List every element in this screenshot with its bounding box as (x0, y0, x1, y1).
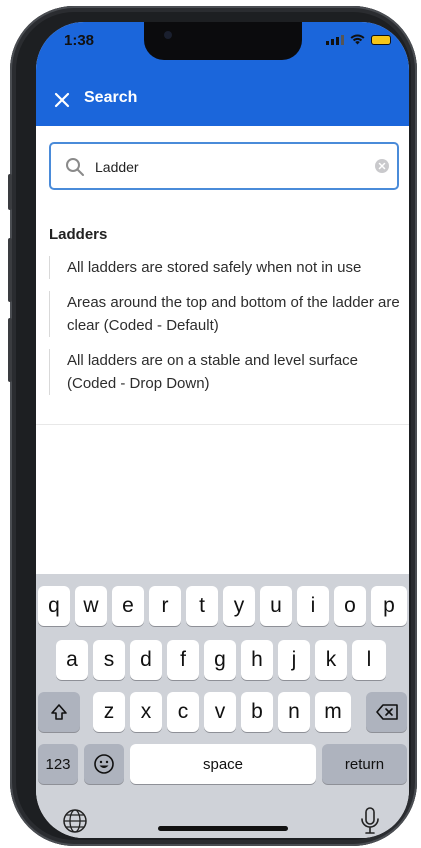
key-r[interactable]: r (149, 586, 181, 626)
key-n[interactable]: n (278, 692, 310, 732)
key-f[interactable]: f (167, 640, 199, 680)
camera-icon (164, 31, 172, 39)
status-time: 1:38 (64, 32, 95, 49)
shift-key[interactable] (38, 692, 80, 732)
key-g[interactable]: g (204, 640, 236, 680)
status-icons (326, 34, 391, 45)
key-k[interactable]: k (315, 640, 347, 680)
list-item[interactable]: All ladders are on a stable and level su… (49, 349, 404, 395)
key-e[interactable]: e (112, 586, 144, 626)
key-b[interactable]: b (241, 692, 273, 732)
key-j[interactable]: j (278, 640, 310, 680)
signal-icon (326, 35, 344, 45)
numbers-key[interactable]: 123 (38, 744, 78, 784)
key-t[interactable]: t (186, 586, 218, 626)
screen: 1:38 Search Ladder Ladders All ladders a… (36, 22, 409, 838)
search-input[interactable] (93, 154, 363, 180)
return-key[interactable]: return (322, 744, 407, 784)
divider (36, 424, 409, 425)
key-h[interactable]: h (241, 640, 273, 680)
search-icon (66, 158, 84, 176)
search-box[interactable] (49, 142, 399, 190)
volume-down-button (8, 318, 12, 382)
app-header: Search (36, 74, 409, 126)
notch (144, 22, 302, 60)
key-p[interactable]: p (371, 586, 407, 626)
shift-icon (51, 704, 67, 720)
clear-icon[interactable] (375, 159, 389, 173)
key-d[interactable]: d (130, 640, 162, 680)
key-z[interactable]: z (93, 692, 125, 732)
mute-switch (8, 174, 12, 210)
close-icon[interactable] (50, 88, 74, 112)
status-bar: 1:38 (36, 22, 409, 74)
key-l[interactable]: l (352, 640, 386, 680)
key-u[interactable]: u (260, 586, 292, 626)
key-c[interactable]: c (167, 692, 199, 732)
wifi-icon (350, 34, 365, 45)
list-item[interactable]: Areas around the top and bottom of the l… (49, 291, 404, 337)
space-key[interactable]: space (130, 744, 316, 784)
keyboard: q w e r t y u i o p a s d f g h j k l z … (36, 574, 409, 838)
backspace-key[interactable] (366, 692, 407, 732)
header-title: Search (84, 89, 138, 106)
battery-icon (371, 35, 391, 45)
key-y[interactable]: y (223, 586, 255, 626)
key-q[interactable]: q (38, 586, 70, 626)
key-w[interactable]: w (75, 586, 107, 626)
key-x[interactable]: x (130, 692, 162, 732)
results-list: All ladders are stored safely when not i… (49, 256, 404, 407)
key-a[interactable]: a (56, 640, 88, 680)
list-item[interactable]: All ladders are stored safely when not i… (49, 256, 404, 279)
backspace-icon (375, 704, 398, 720)
home-indicator (158, 826, 288, 831)
results-section-title: Ladders (49, 226, 108, 243)
globe-icon[interactable] (62, 808, 88, 834)
key-i[interactable]: i (297, 586, 329, 626)
emoji-icon (94, 754, 114, 774)
key-v[interactable]: v (204, 692, 236, 732)
key-s[interactable]: s (93, 640, 125, 680)
key-o[interactable]: o (334, 586, 366, 626)
emoji-key[interactable] (84, 744, 124, 784)
key-m[interactable]: m (315, 692, 351, 732)
volume-up-button (8, 238, 12, 302)
microphone-icon[interactable] (359, 806, 381, 836)
